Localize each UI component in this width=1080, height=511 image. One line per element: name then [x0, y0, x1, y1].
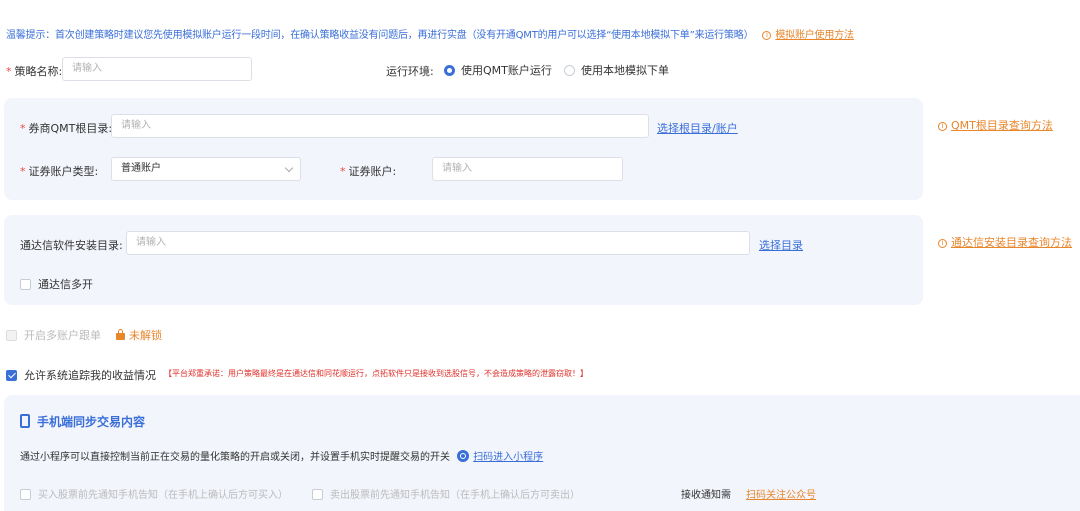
- radio-qmt-label: 使用QMT账户运行: [461, 64, 552, 77]
- tdx-dir-label: 通达信软件安装目录:: [20, 239, 123, 252]
- account-type-value: 普通账户: [121, 163, 161, 174]
- mobile-title: 手机端同步交易内容: [20, 413, 145, 430]
- multi-account-label: 开启多账户跟单: [24, 329, 101, 342]
- mobile-desc-text: 通过小程序可以直接控制当前正在交易的量化策略的开启或关闭，并设置手机实时提醒交易…: [20, 452, 450, 463]
- multi-account-checkbox[interactable]: 开启多账户跟单: [6, 327, 101, 343]
- account-type-label: * 证券账户类型:: [20, 163, 98, 179]
- select-root-account-link[interactable]: 选择根目录/账户: [657, 122, 738, 135]
- checkbox-icon: [20, 279, 31, 290]
- run-env-label: 运行环境:: [386, 65, 434, 78]
- radio-checked-icon: [444, 65, 455, 76]
- info-icon: i: [938, 122, 947, 131]
- lock-icon: [116, 329, 125, 340]
- account-label: * 证券账户:: [340, 163, 396, 179]
- required-mark: *: [340, 165, 346, 178]
- required-mark: *: [6, 65, 12, 78]
- buy-notify-label: 买入股票前先通知手机告知（在手机上确认后方可买入）: [38, 490, 288, 501]
- required-mark: *: [20, 165, 26, 178]
- tracking-checkbox[interactable]: 允许系统追踪我的收益情况: [6, 367, 156, 383]
- buy-notify-checkbox[interactable]: 买入股票前先通知手机告知（在手机上确认后方可买入）: [20, 486, 288, 501]
- receive-notify-label: 接收通知需: [681, 490, 731, 501]
- chevron-down-icon: [284, 163, 294, 173]
- qmt-help[interactable]: i QMT根目录查询方法: [938, 117, 1053, 133]
- tdx-help-link[interactable]: 通达信安装目录查询方法: [951, 236, 1072, 249]
- radio-local-sim[interactable]: 使用本地模拟下单: [564, 62, 669, 78]
- follow-official-account-link[interactable]: 扫码关注公众号: [746, 490, 816, 501]
- qmt-root-label: * 券商QMT根目录:: [20, 120, 112, 136]
- tdx-panel: [4, 215, 923, 305]
- checkbox-icon: [312, 489, 323, 500]
- tdx-help[interactable]: i 通达信安装目录查询方法: [938, 234, 1072, 250]
- checkbox-icon: [20, 489, 31, 500]
- checkbox-icon: [6, 330, 17, 341]
- tip-banner: 温馨提示：首次创建策略时建议您先使用模拟账户运行一段时间，在确认策略收益没有问题…: [6, 26, 854, 41]
- sell-notify-label: 卖出股票前先通知手机告知（在手机上确认后方可卖出）: [330, 490, 580, 501]
- tip-text: 温馨提示：首次创建策略时建议您先使用模拟账户运行一段时间，在确认策略收益没有问题…: [6, 30, 754, 41]
- select-dir-link[interactable]: 选择目录: [759, 239, 803, 252]
- info-icon: i: [938, 239, 947, 248]
- account-input[interactable]: 请输入: [432, 157, 623, 181]
- radio-local-label: 使用本地模拟下单: [581, 64, 669, 77]
- lock-text: 未解锁: [129, 329, 162, 342]
- mobile-desc: 通过小程序可以直接控制当前正在交易的量化策略的开启或关闭，并设置手机实时提醒交易…: [20, 448, 543, 463]
- qr-scan-icon: [457, 450, 470, 462]
- unlock-status[interactable]: 未解锁: [116, 327, 162, 343]
- radio-qmt-account[interactable]: 使用QMT账户运行: [444, 62, 552, 78]
- qmt-root-help-link[interactable]: QMT根目录查询方法: [951, 119, 1053, 132]
- strategy-name-label-text: 策略名称:: [14, 65, 63, 78]
- account-type-label-text: 证券账户类型:: [28, 165, 99, 178]
- tdx-multi-checkbox[interactable]: 通达信多开: [20, 276, 93, 292]
- required-mark: *: [20, 122, 26, 135]
- strategy-name-input[interactable]: 请输入: [62, 57, 252, 81]
- checkbox-checked-icon: [6, 370, 17, 381]
- sell-notify-checkbox[interactable]: 卖出股票前先通知手机告知（在手机上确认后方可卖出）: [312, 486, 580, 501]
- tdx-dir-input[interactable]: 请输入: [126, 231, 750, 255]
- strategy-name-label: * 策略名称:: [6, 63, 62, 79]
- tracking-label: 允许系统追踪我的收益情况: [24, 369, 156, 382]
- phone-icon: [20, 414, 30, 428]
- qmt-root-input[interactable]: 请输入: [111, 114, 649, 138]
- info-icon: i: [762, 31, 772, 40]
- radio-unchecked-icon: [564, 65, 575, 76]
- simulated-account-help-link[interactable]: 模拟账户使用方法: [775, 30, 854, 41]
- tdx-multi-label: 通达信多开: [38, 278, 93, 291]
- qmt-root-label-text: 券商QMT根目录:: [28, 122, 113, 135]
- mobile-title-text: 手机端同步交易内容: [37, 415, 146, 429]
- platform-promise-note: 【平台郑重承诺：用户策略最终是在通达信和同花顺运行，点拓软件只是接收到选股信号，…: [164, 369, 588, 378]
- account-type-select[interactable]: 普通账户: [111, 157, 301, 181]
- scan-mini-program-link[interactable]: 扫码进入小程序: [473, 452, 543, 463]
- account-label-text: 证券账户:: [348, 165, 397, 178]
